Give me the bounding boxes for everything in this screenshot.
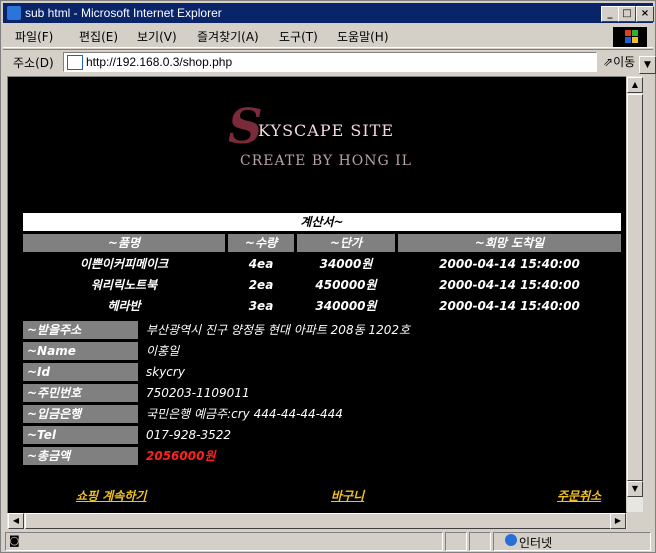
menu-help[interactable]: 도움말(H) [337, 28, 389, 45]
continue-shopping-link[interactable]: 쇼핑 계속하기 [76, 487, 146, 504]
menu-bar: 파일(F) 편집(E) 보기(V) 즐겨찾기(A) 도구(T) 도움말(H) [3, 25, 653, 48]
title-bar: sub html - Microsoft Internet Explorer _… [3, 3, 654, 23]
address-bar: 주소(D) http://192.168.0.3/shop.php ▼ ⇗이동 [3, 49, 656, 74]
info-label-tel: ~Tel [23, 426, 138, 444]
item-date: 2000-04-14 15:40:00 [439, 299, 580, 313]
item-date: 2000-04-14 15:40:00 [439, 278, 580, 292]
browser-window: sub html - Microsoft Internet Explorer _… [0, 0, 656, 553]
info-value-bank: 국민은행 예금주:cry 444-44-44-444 [146, 407, 343, 421]
logo-title: KYSCAPE SITE [258, 121, 395, 140]
info-value-address: 부산광역시 진구 양정동 현대 아파트 208동 1202호 [146, 323, 411, 337]
address-input[interactable]: http://192.168.0.3/shop.php ▼ [63, 52, 656, 74]
scroll-left-icon[interactable]: ◀ [8, 513, 24, 529]
internet-zone-icon [505, 534, 517, 546]
menu-edit[interactable]: 편집(E) [79, 28, 118, 45]
menu-view[interactable]: 보기(V) [137, 28, 177, 45]
site-logo: S KYSCAPE SITE CREATE BY HONG IL [228, 97, 418, 177]
maximize-button[interactable]: □ [618, 6, 636, 22]
column-header-qty: ~수량 [228, 234, 294, 252]
scroll-right-icon[interactable]: ▶ [610, 513, 626, 529]
page-content: S KYSCAPE SITE CREATE BY HONG IL 계산서~ ~품… [7, 76, 627, 514]
item-name: 헤라반 [107, 299, 141, 313]
menu-favorites[interactable]: 즐겨찾기(A) [197, 28, 259, 45]
column-header-date: ~희망 도착일 [398, 234, 621, 252]
address-dropdown-button[interactable]: ▼ [639, 56, 656, 74]
info-value-total: 2056000원 [146, 449, 216, 463]
bill-title: 계산서~ [23, 213, 621, 231]
status-cell [445, 532, 467, 551]
info-value-name: 이홍일 [146, 344, 180, 358]
info-value-resident-number: 750203-1109011 [146, 386, 250, 400]
logo-subtitle: CREATE BY HONG IL [240, 153, 412, 169]
window-title: sub html - Microsoft Internet Explorer [25, 6, 222, 20]
horizontal-scroll-thumb[interactable] [25, 513, 617, 529]
info-label-bank: ~입금은행 [23, 405, 138, 423]
info-label-resident-number: ~주민번호 [23, 384, 138, 402]
address-url[interactable]: http://192.168.0.3/shop.php [86, 55, 232, 69]
info-value-tel: 017-928-3522 [146, 428, 232, 442]
ie-icon [7, 6, 21, 20]
info-label-id: ~Id [23, 363, 138, 381]
cart-link[interactable]: 바구니 [331, 487, 364, 504]
page-icon [67, 55, 83, 70]
info-label-name: ~Name [23, 342, 138, 360]
info-value-id: skycry [146, 365, 185, 379]
menu-tools[interactable]: 도구(T) [279, 28, 318, 45]
page-status-icon: ◙ [9, 534, 20, 547]
scroll-down-icon[interactable]: ▼ [627, 481, 643, 497]
scroll-up-icon[interactable]: ▲ [627, 77, 643, 93]
info-label-total: ~총금액 [23, 447, 138, 465]
item-price: 34000원 [319, 257, 373, 271]
horizontal-scrollbar[interactable]: ◀ ▶ [7, 513, 627, 529]
vertical-scroll-thumb[interactable] [627, 94, 643, 481]
item-date: 2000-04-14 15:40:00 [439, 257, 580, 271]
status-zone-label: 인터넷 [519, 536, 553, 550]
item-name: 워리릭노트북 [90, 278, 158, 292]
item-name: 이쁜이커피메이크 [79, 257, 169, 271]
minimize-button[interactable]: _ [601, 6, 619, 22]
item-qty: 3ea [248, 299, 274, 313]
menu-file[interactable]: 파일(F) [15, 28, 53, 45]
status-bar: ◙ 인터넷 [3, 531, 653, 551]
cancel-order-link[interactable]: 주문취소 [557, 487, 601, 504]
go-arrow-icon: ⇗ [603, 55, 614, 69]
item-qty: 2ea [248, 278, 274, 292]
item-qty: 4ea [248, 257, 274, 271]
status-message-cell: ◙ [5, 532, 443, 551]
vertical-scrollbar[interactable]: ▲ ▼ [626, 76, 643, 512]
close-button[interactable]: × [636, 6, 654, 22]
column-header-name: ~품명 [23, 234, 225, 252]
column-header-price: ~단가 [297, 234, 395, 252]
address-label: 주소(D) [13, 56, 54, 70]
windows-logo-icon [613, 27, 647, 47]
go-label: 이동 [613, 55, 636, 69]
item-price: 450000원 [315, 278, 377, 292]
info-label-address: ~받을주소 [23, 321, 138, 339]
status-cell [469, 532, 491, 551]
item-price: 340000원 [315, 299, 377, 313]
go-button[interactable]: ⇗이동 [603, 53, 635, 70]
